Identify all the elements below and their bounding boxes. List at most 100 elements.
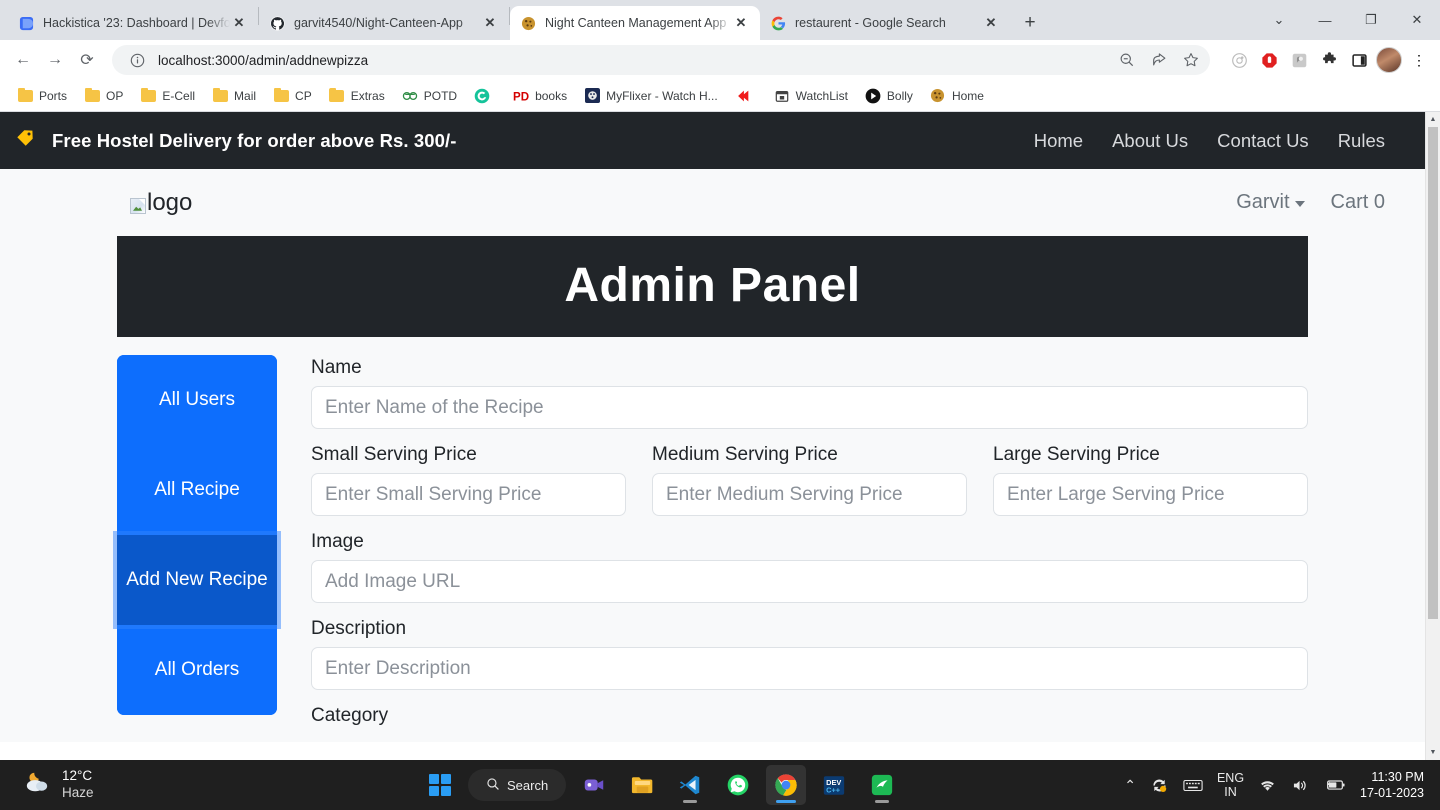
cart-link[interactable]: Cart 0 [1331,191,1385,214]
grayscale-extension-icon[interactable] [1286,47,1312,73]
bookmark-red-arrow[interactable] [728,85,764,107]
myflixer-icon [584,88,600,104]
bookmark-mail[interactable]: Mail [205,85,263,107]
tab-search-chevron-icon[interactable]: ⌄ [1256,3,1302,37]
browser-tab-2[interactable]: Night Canteen Management App ✕ [510,6,760,40]
maximize-icon[interactable]: ❐ [1348,3,1394,37]
tab-close-icon[interactable]: ✕ [732,14,750,32]
taskbar-search[interactable]: Search [468,769,567,801]
bookmark-potd[interactable]: POTD [395,85,464,107]
whatsapp-icon[interactable] [718,765,758,805]
volume-icon[interactable] [1291,778,1310,793]
chevron-down-icon [1294,201,1305,207]
reload-icon[interactable]: ⟳ [72,45,102,75]
bookmark-ports[interactable]: Ports [10,85,74,107]
bookmark-myflixer[interactable]: MyFlixer - Watch H... [577,85,725,107]
star-icon[interactable] [1178,47,1204,73]
large-price-input[interactable] [993,473,1308,516]
sidebar-item-all-users[interactable]: All Users [117,355,277,445]
sidebar-item-all-recipe[interactable]: All Recipe [117,445,277,535]
user-menu-dropdown[interactable]: Garvit [1236,191,1305,214]
top-nav-links: Home About Us Contact Us Rules [1034,130,1385,152]
nav-link-home[interactable]: Home [1034,130,1083,152]
vscode-icon[interactable] [670,765,710,805]
minimize-icon[interactable]: — [1302,3,1348,37]
file-explorer-icon[interactable] [622,765,662,805]
forward-icon[interactable]: → [40,45,70,75]
play-icon [865,88,881,104]
back-icon[interactable]: ← [8,45,38,75]
language-code: ENG [1216,770,1245,785]
teams-icon[interactable] [574,765,614,805]
profile-avatar[interactable] [1376,47,1402,73]
clock-time: 11:30 PM [1371,769,1424,784]
description-label: Description [311,618,407,639]
address-bar[interactable]: localhost:3000/admin/addnewpizza [112,45,1210,75]
sidepanel-icon[interactable] [1346,47,1372,73]
small-price-input[interactable] [311,473,626,516]
adblock-detector-icon[interactable] [1226,47,1252,73]
logo-broken-image[interactable]: logo [130,189,192,217]
browser-tab-0[interactable]: Hackistica '23: Dashboard | Devfo ✕ [8,6,258,40]
page-scrollbar[interactable]: ▲ ▼ [1425,112,1440,760]
browser-tab-1[interactable]: garvit4540/Night-Canteen-App ✕ [259,6,509,40]
nav-link-contact-us[interactable]: Contact Us [1217,130,1309,152]
extension-icons: ⋮ [1220,47,1432,73]
scrollbar-track[interactable] [1426,127,1440,745]
name-input[interactable] [311,386,1308,429]
chrome-menu-icon[interactable]: ⋮ [1406,47,1432,73]
bookmark-label: POTD [423,88,458,103]
tray-overflow-icon[interactable]: ⌃ [1124,777,1136,794]
weather-condition: Haze [62,785,94,800]
bookmark-cp[interactable]: CP [266,85,319,107]
puzzle-icon[interactable] [1316,47,1342,73]
info-circle-icon[interactable] [124,47,150,73]
chrome-icon[interactable] [766,765,807,805]
bookmark-label: WatchList [795,88,848,103]
bookmark-grammarly[interactable] [467,85,503,107]
geeksforgeeks-icon [402,88,418,104]
scroll-down-arrow-icon[interactable]: ▼ [1426,745,1440,760]
green-app-icon[interactable] [862,765,902,805]
new-tab-button[interactable]: + [1016,9,1044,37]
medium-price-input[interactable] [652,473,967,516]
svg-text:C++: C++ [826,785,841,794]
folder-icon [140,87,156,104]
browser-tab-3[interactable]: restaurent - Google Search ✕ [760,6,1010,40]
image-url-input[interactable] [311,560,1308,603]
devcpp-icon[interactable]: DEV C++ [814,765,854,805]
share-icon[interactable] [1146,47,1172,73]
scrollbar-thumb[interactable] [1428,127,1438,619]
nav-link-about-us[interactable]: About Us [1112,130,1188,152]
close-window-icon[interactable]: ✕ [1394,3,1440,37]
nav-link-rules[interactable]: Rules [1338,130,1385,152]
adblock-icon[interactable] [1256,47,1282,73]
github-icon [269,15,285,31]
cookie-icon [520,15,536,31]
tab-close-icon[interactable]: ✕ [230,14,248,32]
zoom-out-icon[interactable] [1114,47,1140,73]
bookmark-ecell[interactable]: E-Cell [133,85,202,107]
add-recipe-form: Name Small Serving Price Medium Serving … [311,355,1308,742]
keyboard-icon[interactable] [1183,778,1203,793]
weather-widget[interactable]: 12°C Haze [0,768,420,802]
bookmark-home[interactable]: Home [923,85,991,107]
description-input[interactable] [311,647,1308,690]
bookmark-label: Extras [350,88,385,103]
battery-charging-icon[interactable] [1324,778,1346,792]
bookmark-watchlist[interactable]: WatchList [767,85,855,107]
bookmark-extras[interactable]: Extras [322,85,392,107]
wifi-icon[interactable] [1258,778,1277,793]
sidebar-item-all-orders[interactable]: All Orders [117,625,277,715]
scroll-up-arrow-icon[interactable]: ▲ [1426,112,1440,127]
bookmark-bolly[interactable]: Bolly [858,85,920,107]
clock[interactable]: 11:30 PM 17-01-2023 [1360,769,1424,802]
onedrive-sync-icon[interactable] [1150,777,1169,794]
bookmark-books[interactable]: PD books [506,85,574,107]
tab-close-icon[interactable]: ✕ [481,14,499,32]
sidebar-item-add-new-recipe[interactable]: Add New Recipe [117,535,277,625]
start-button[interactable] [420,765,460,805]
tab-close-icon[interactable]: ✕ [982,14,1000,32]
language-indicator[interactable]: ENG IN [1217,771,1244,800]
bookmark-op[interactable]: OP [77,85,130,107]
